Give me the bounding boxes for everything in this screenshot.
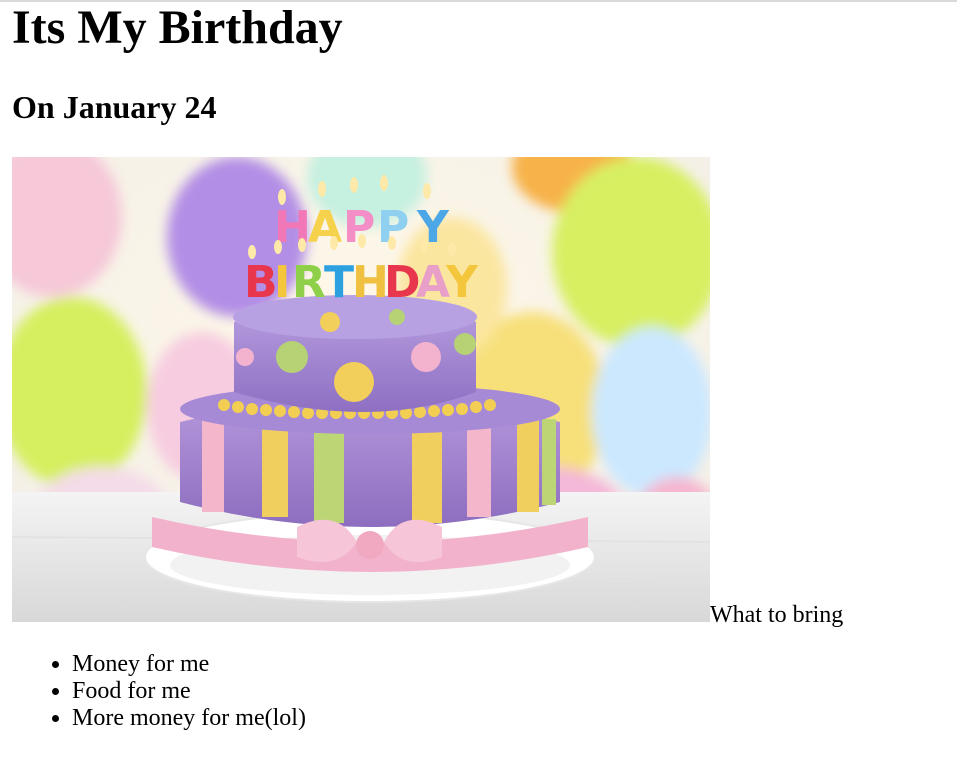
list-item: Food for me — [72, 678, 306, 705]
page-title: Its My Birthday — [12, 1, 343, 54]
svg-text:R: R — [292, 257, 326, 308]
list-item: Money for me — [72, 651, 306, 678]
list-item: More money for me(lol) — [72, 705, 306, 732]
svg-text:I: I — [274, 257, 290, 308]
bring-list: Money for me Food for me More money for … — [12, 651, 306, 732]
candles-birthday: B I R T H D A Y — [244, 257, 479, 308]
birthday-cake-image: H A P P Y B I R T H D A Y — [12, 157, 710, 622]
svg-text:Y: Y — [445, 257, 479, 308]
svg-text:A: A — [416, 257, 450, 308]
what-to-bring-label: What to bring — [710, 602, 844, 628]
svg-text:T: T — [324, 257, 354, 308]
page-subtitle: On January 24 — [12, 89, 217, 125]
svg-text:B: B — [244, 257, 278, 308]
